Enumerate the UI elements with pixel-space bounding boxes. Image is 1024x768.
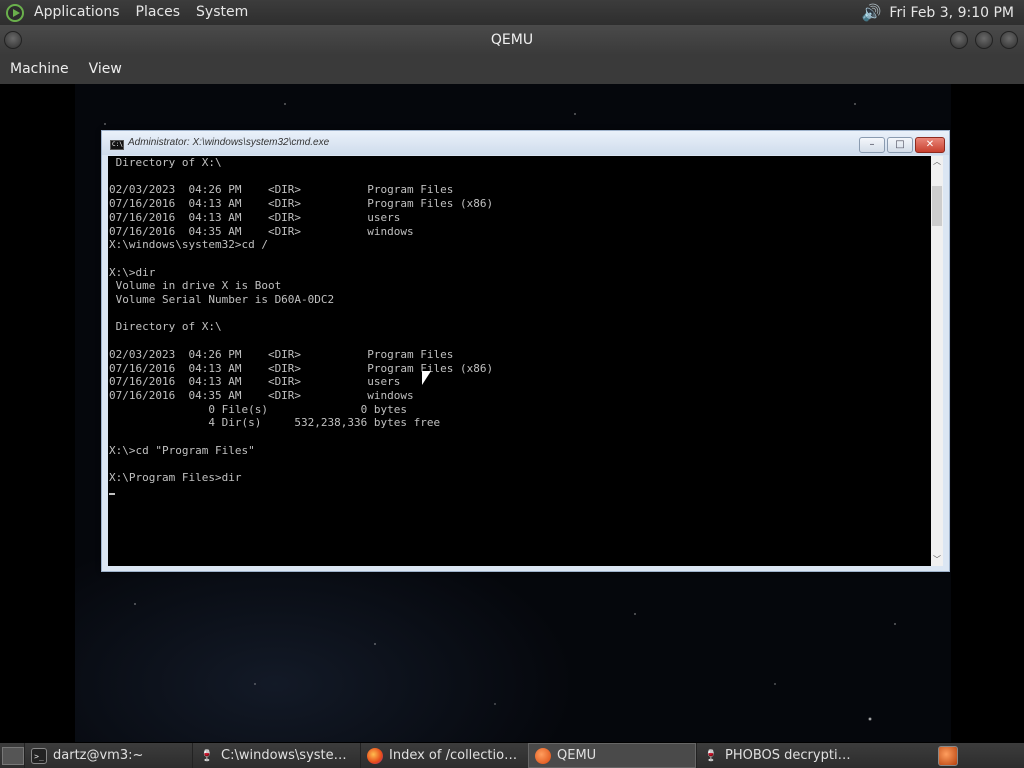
panel-tray: 🔊 Fri Feb 3, 9:10 PM — [861, 3, 1024, 22]
taskbar-item-label: Index of /collection/... — [389, 748, 522, 763]
menu-machine[interactable]: Machine — [0, 55, 79, 84]
distro-logo-icon[interactable] — [6, 3, 24, 22]
wine-icon: 🍷 — [200, 748, 214, 762]
wine-icon: 🍷 — [704, 748, 718, 762]
console-output[interactable]: Directory of X:\ 02/03/2023 04:26 PM <DI… — [108, 156, 932, 566]
menu-system[interactable]: System — [188, 0, 256, 25]
menu-view[interactable]: View — [79, 55, 132, 84]
scroll-down-icon[interactable]: ﹀ — [931, 554, 943, 566]
taskbar-item-qemu[interactable]: QEMU — [528, 743, 696, 768]
taskbar-item-cmd[interactable]: 🍷 C:\windows\system... — [192, 743, 360, 768]
taskbar-item-firefox[interactable]: Index of /collection/... — [360, 743, 528, 768]
close-button[interactable]: ✕ — [915, 137, 945, 153]
maximize-window-icon[interactable] — [975, 31, 993, 49]
menu-applications[interactable]: Applications — [26, 0, 128, 25]
scroll-thumb[interactable] — [932, 186, 942, 226]
show-desktop-icon[interactable] — [2, 746, 24, 765]
console-text: Directory of X:\ 02/03/2023 04:26 PM <DI… — [109, 156, 494, 485]
terminal-icon: >_ — [31, 747, 47, 764]
scroll-up-icon[interactable]: ︿ — [931, 156, 943, 168]
qemu-window-title: QEMU — [490, 32, 534, 48]
qemu-titlebar[interactable]: QEMU — [0, 25, 1024, 55]
console-scrollbar[interactable]: ︿ ﹀ — [931, 156, 943, 566]
cmd-window-title: Administrator: X:\windows\system32\cmd.e… — [128, 137, 330, 148]
mouse-pointer-icon — [422, 371, 431, 385]
top-panel: Applications Places System 🔊 Fri Feb 3, … — [0, 0, 1024, 25]
cmd-window[interactable]: C:\ Administrator: X:\windows\system32\c… — [101, 130, 950, 572]
close-window-icon[interactable] — [1000, 31, 1018, 49]
menu-places[interactable]: Places — [128, 0, 189, 25]
clock[interactable]: Fri Feb 3, 9:10 PM — [889, 5, 1014, 21]
taskbar-item-label: PHOBOS decryption... — [725, 748, 858, 763]
minimize-window-icon[interactable] — [950, 31, 968, 49]
minimize-button[interactable]: – — [859, 137, 885, 153]
taskbar-item-label: dartz@vm3:~ — [53, 748, 144, 763]
taskbar-item-label: QEMU — [557, 748, 597, 763]
qemu-menubar: Machine View — [0, 55, 1024, 84]
maximize-button[interactable]: □ — [887, 137, 913, 153]
firefox-icon — [367, 747, 383, 764]
cmd-titlebar[interactable]: C:\ Administrator: X:\windows\system32\c… — [102, 131, 949, 155]
taskbar-item-phobos[interactable]: 🍷 PHOBOS decryption... — [696, 743, 864, 768]
volume-icon[interactable]: 🔊 — [861, 3, 881, 22]
cmd-icon[interactable]: C:\ — [110, 140, 124, 150]
taskbar-item-terminal[interactable]: >_ dartz@vm3:~ — [24, 743, 192, 768]
taskbar-item-label: C:\windows\system... — [221, 748, 354, 763]
qemu-icon — [535, 747, 551, 764]
window-menu-icon[interactable] — [4, 31, 22, 49]
qemu-tray-icon[interactable] — [938, 745, 958, 766]
text-caret — [109, 492, 115, 495]
taskbar: >_ dartz@vm3:~ 🍷 C:\windows\system... In… — [0, 743, 1024, 768]
